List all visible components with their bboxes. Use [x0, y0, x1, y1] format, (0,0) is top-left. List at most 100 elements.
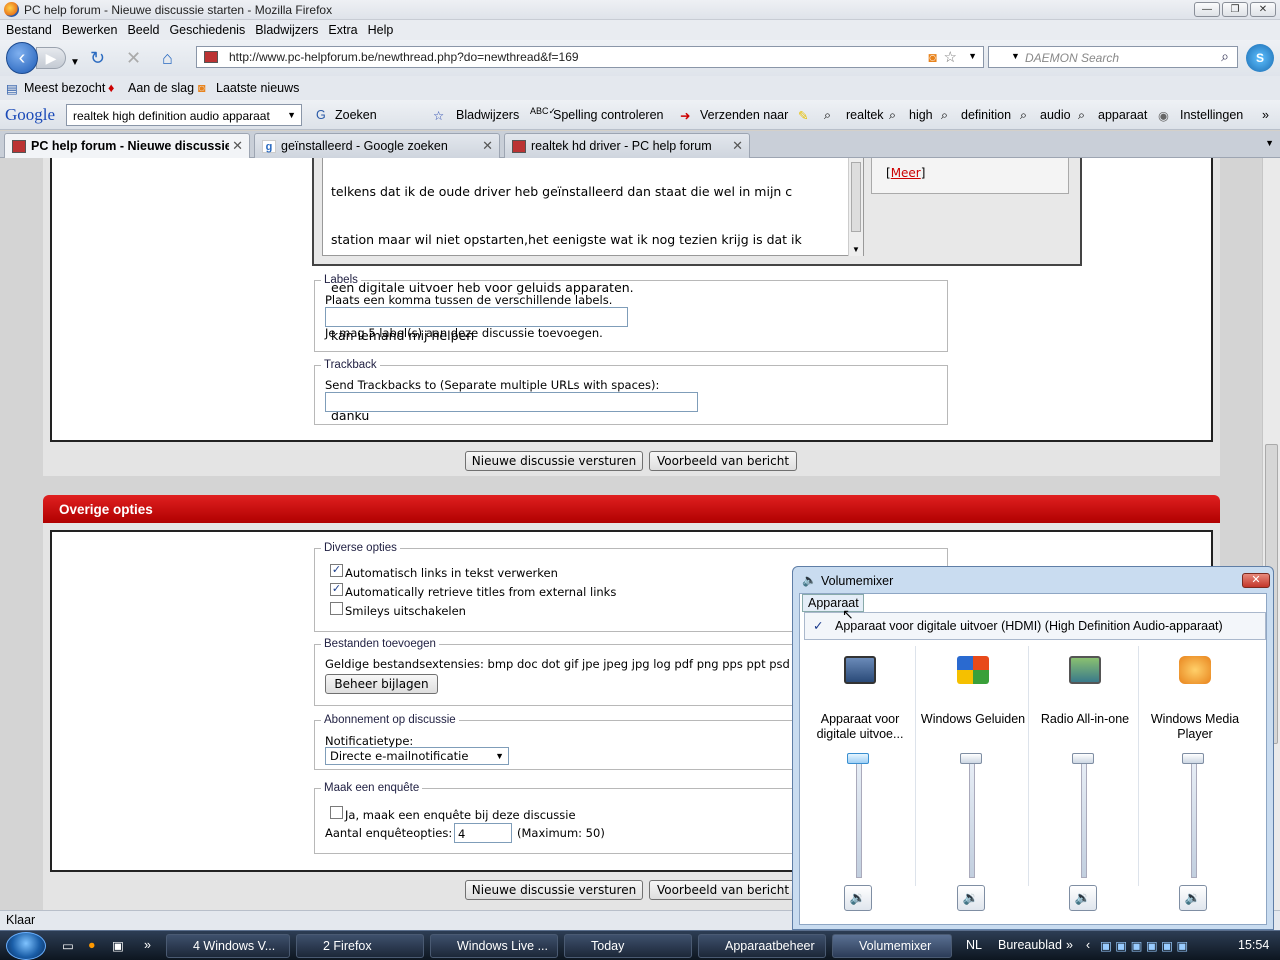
more-link[interactable]: Meer [891, 166, 921, 180]
taskbar-item-firefox[interactable]: 2 Firefox [296, 934, 424, 958]
google-search-input[interactable]: realtek high definition audio apparaat ▼ [66, 104, 302, 126]
message-textarea[interactable]: telkens dat ik de oude driver heb geïnst… [322, 158, 864, 423]
bookmark-star-icon[interactable]: ☆ [944, 48, 957, 66]
submit-button[interactable]: Nieuwe discussie versturen [465, 451, 643, 471]
tab-list-icon[interactable]: ▼ [1265, 138, 1274, 148]
more-icon[interactable]: » [1262, 108, 1269, 122]
rss-icon[interactable]: ◙ [929, 49, 937, 65]
desktop-toolbar[interactable]: Bureaublad [998, 938, 1062, 952]
smileys-checkbox[interactable] [330, 602, 343, 615]
google-instellingen[interactable]: Instellingen [1180, 108, 1243, 122]
notification-select[interactable]: Directe e-mailnotificatie ▼ [325, 747, 509, 765]
restore-button[interactable]: ❐ [1222, 2, 1248, 17]
poll-max-text: (Maximum: 50) [517, 826, 605, 840]
poll-checkbox[interactable] [330, 806, 343, 819]
status-text: Klaar [6, 913, 36, 927]
preview-button[interactable]: Voorbeeld van bericht [649, 451, 797, 471]
menu-bewerken[interactable]: Bewerken [62, 20, 118, 40]
search-term-high[interactable]: high [909, 108, 933, 122]
taskbar-item-today[interactable]: Today [564, 934, 692, 958]
search-input[interactable]: ▼ DAEMON Search ⌕ [988, 46, 1238, 68]
url-bar[interactable]: http://www.pc-helpforum.be/newthread.php… [196, 46, 984, 68]
reload-icon[interactable]: ↻ [90, 48, 105, 68]
mute-button[interactable]: 🔉 [844, 885, 872, 911]
editor-scrollbar[interactable]: ▼ [848, 158, 863, 256]
window-titlebar: PC help forum - Nieuwe discussie starten… [0, 0, 1280, 20]
close-tab-icon[interactable]: ✕ [232, 138, 243, 154]
menu-bestand[interactable]: Bestand [6, 20, 52, 40]
firefox-quicklaunch-icon[interactable]: ● [88, 938, 96, 952]
home-icon[interactable]: ⌂ [162, 48, 173, 68]
trackback-input[interactable] [325, 392, 698, 412]
labels-input[interactable] [325, 307, 628, 327]
start-button[interactable] [6, 932, 46, 960]
magnifier-icon: ⌕ [889, 108, 897, 122]
search-term-definition[interactable]: definition [961, 108, 1011, 122]
show-desktop-icon[interactable]: ▭ [62, 938, 74, 953]
manage-attachments-button[interactable]: Beheer bijlagen [325, 674, 438, 694]
auto-links-checkbox[interactable]: ✓ [330, 564, 343, 577]
google-bladwijzers[interactable]: Bladwijzers [456, 108, 519, 122]
google-spelling[interactable]: Spelling controleren [553, 108, 664, 122]
search-term-apparaat[interactable]: apparaat [1098, 108, 1147, 122]
volume-slider[interactable] [847, 753, 869, 764]
mute-button[interactable]: 🔉 [957, 885, 985, 911]
search-icon[interactable]: ⌕ [1221, 48, 1229, 65]
menu-help[interactable]: Help [368, 20, 394, 40]
menu-beeld[interactable]: Beeld [127, 20, 159, 40]
history-dropdown-icon[interactable]: ▼ [70, 53, 80, 73]
search-term-audio[interactable]: audio [1040, 108, 1071, 122]
taskbar-item-explorer[interactable]: 4 Windows V... [166, 934, 290, 958]
bookmark-meest-bezocht[interactable]: Meest bezocht [24, 81, 105, 95]
retrieve-titles-checkbox[interactable]: ✓ [330, 583, 343, 596]
search-engine-dropdown-icon[interactable]: ▼ [1011, 51, 1020, 61]
taskbar-item-apparaatbeheer[interactable]: Apparaatbeheer [698, 934, 826, 958]
menu-extra[interactable]: Extra [328, 20, 357, 40]
mute-button[interactable]: 🔉 [1179, 885, 1207, 911]
close-window-button[interactable]: ✕ [1250, 2, 1276, 17]
taskbar-item-windows-live[interactable]: Windows Live ... [430, 934, 558, 958]
clock[interactable]: 15:54 [1238, 938, 1269, 952]
highlighter-icon[interactable]: ✎ [798, 108, 808, 123]
menu-geschiedenis[interactable]: Geschiedenis [169, 20, 245, 40]
checkmark-icon: ✓ [813, 619, 824, 633]
google-zoeken[interactable]: Zoeken [335, 108, 377, 122]
quicklaunch-more-icon[interactable]: » [144, 938, 151, 952]
switch-windows-icon[interactable]: ▣ [112, 938, 124, 953]
stop-icon[interactable]: ✕ [126, 48, 141, 68]
tab-google[interactable]: g geïnstalleerd - Google zoeken ✕ [254, 133, 500, 158]
close-tab-icon[interactable]: ✕ [482, 138, 493, 154]
bookmark-laatste-nieuws[interactable]: Laatste nieuws [216, 81, 299, 95]
close-mixer-button[interactable]: ✕ [1242, 573, 1270, 588]
back-button[interactable]: ‹ [6, 42, 38, 74]
tray-expand-icon[interactable]: ‹ [1086, 938, 1090, 952]
forward-button[interactable]: ▶ [36, 47, 66, 69]
toolbar-more-icon[interactable]: » [1066, 938, 1073, 952]
poll-options-input[interactable]: 4 [454, 823, 512, 843]
menu-bladwijzers[interactable]: Bladwijzers [255, 20, 318, 40]
skype-icon[interactable]: S [1246, 44, 1274, 72]
channel-media-player: Windows Media Player 🔉 [1139, 648, 1251, 928]
google-verzenden[interactable]: Verzenden naar [700, 108, 788, 122]
close-tab-icon[interactable]: ✕ [732, 138, 743, 154]
enquete-legend: Maak een enquête [324, 782, 420, 794]
taskbar-item-volumemixer[interactable]: Volumemixer [832, 934, 952, 958]
language-indicator[interactable]: NL [966, 938, 982, 952]
bookmark-aan-de-slag[interactable]: Aan de slag [128, 81, 194, 95]
tab-pc-help-forum[interactable]: PC help forum - Nieuwe discussie ... ✕ [4, 133, 250, 159]
volume-slider[interactable] [960, 753, 982, 764]
tray-icons[interactable]: ▣ ▣ ▣ ▣ ▣ ▣ [1100, 938, 1188, 953]
tab-realtek[interactable]: realtek hd driver - PC help forum ✕ [504, 133, 750, 158]
search-term-realtek[interactable]: realtek [846, 108, 884, 122]
url-text: http://www.pc-helpforum.be/newthread.php… [229, 50, 579, 64]
volume-slider[interactable] [1182, 753, 1204, 764]
apparaat-menu[interactable]: Apparaat [802, 594, 864, 612]
preview-button-bottom[interactable]: Voorbeeld van bericht [649, 880, 797, 900]
submit-button-bottom[interactable]: Nieuwe discussie versturen [465, 880, 643, 900]
volume-slider[interactable] [1072, 753, 1094, 764]
minimize-button[interactable]: — [1194, 2, 1220, 17]
dropdown-icon[interactable]: ▼ [287, 110, 296, 120]
url-dropdown-icon[interactable]: ▼ [968, 51, 977, 61]
mute-button[interactable]: 🔉 [1069, 885, 1097, 911]
device-menu-item[interactable]: ✓ Apparaat voor digitale uitvoer (HDMI) … [804, 612, 1266, 640]
